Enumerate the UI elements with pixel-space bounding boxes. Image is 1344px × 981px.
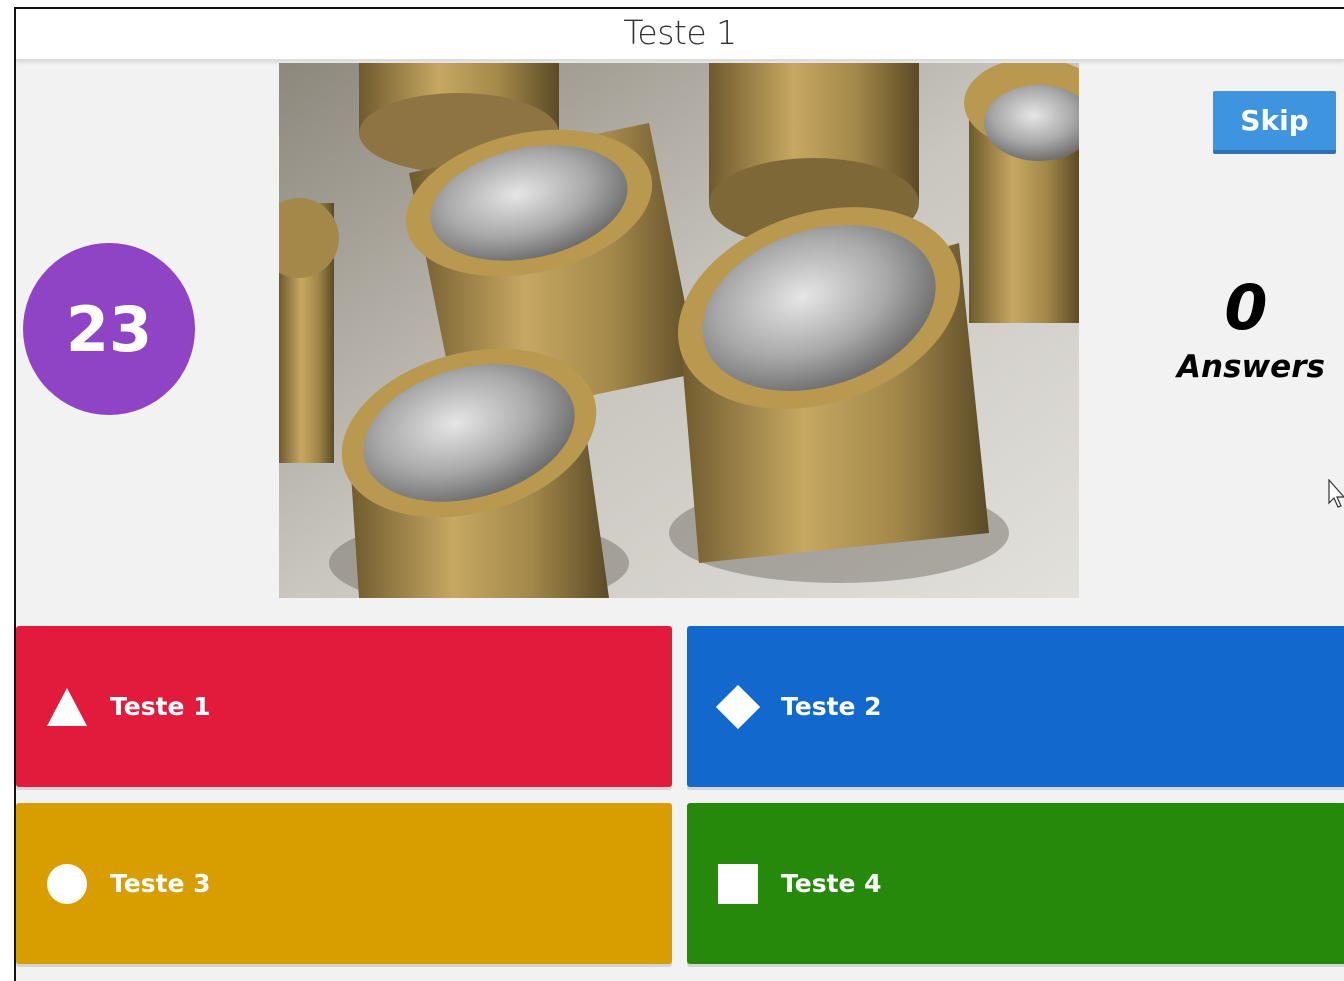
answer-label: Teste 3 [110, 869, 211, 898]
timer-value: 23 [65, 292, 153, 366]
answer-label: Teste 4 [781, 869, 882, 898]
answer-label: Teste 1 [110, 692, 211, 721]
answers-count: 0 [1224, 271, 1268, 344]
mouse-cursor-icon [1328, 479, 1344, 508]
answer-option-1[interactable]: Teste 1 [16, 626, 672, 787]
question-header: Teste 1 [16, 9, 1344, 61]
answers-label: Answers [1177, 349, 1325, 385]
answer-option-3[interactable]: Teste 3 [16, 803, 672, 964]
question-image [279, 63, 1079, 598]
answer-label: Teste 2 [781, 692, 882, 721]
answer-option-4[interactable]: Teste 4 [687, 803, 1344, 964]
answer-option-2[interactable]: Teste 2 [687, 626, 1344, 787]
diamond-icon [715, 684, 761, 730]
triangle-icon [44, 684, 90, 730]
question-title: Teste 1 [623, 12, 737, 52]
countdown-timer: 23 [23, 243, 195, 415]
quiz-window: Teste 1 23 Skip 0 Answers Teste 1 Teste … [14, 7, 1344, 981]
circle-icon [44, 861, 90, 907]
skip-button[interactable]: Skip [1213, 91, 1336, 154]
square-icon [715, 861, 761, 907]
